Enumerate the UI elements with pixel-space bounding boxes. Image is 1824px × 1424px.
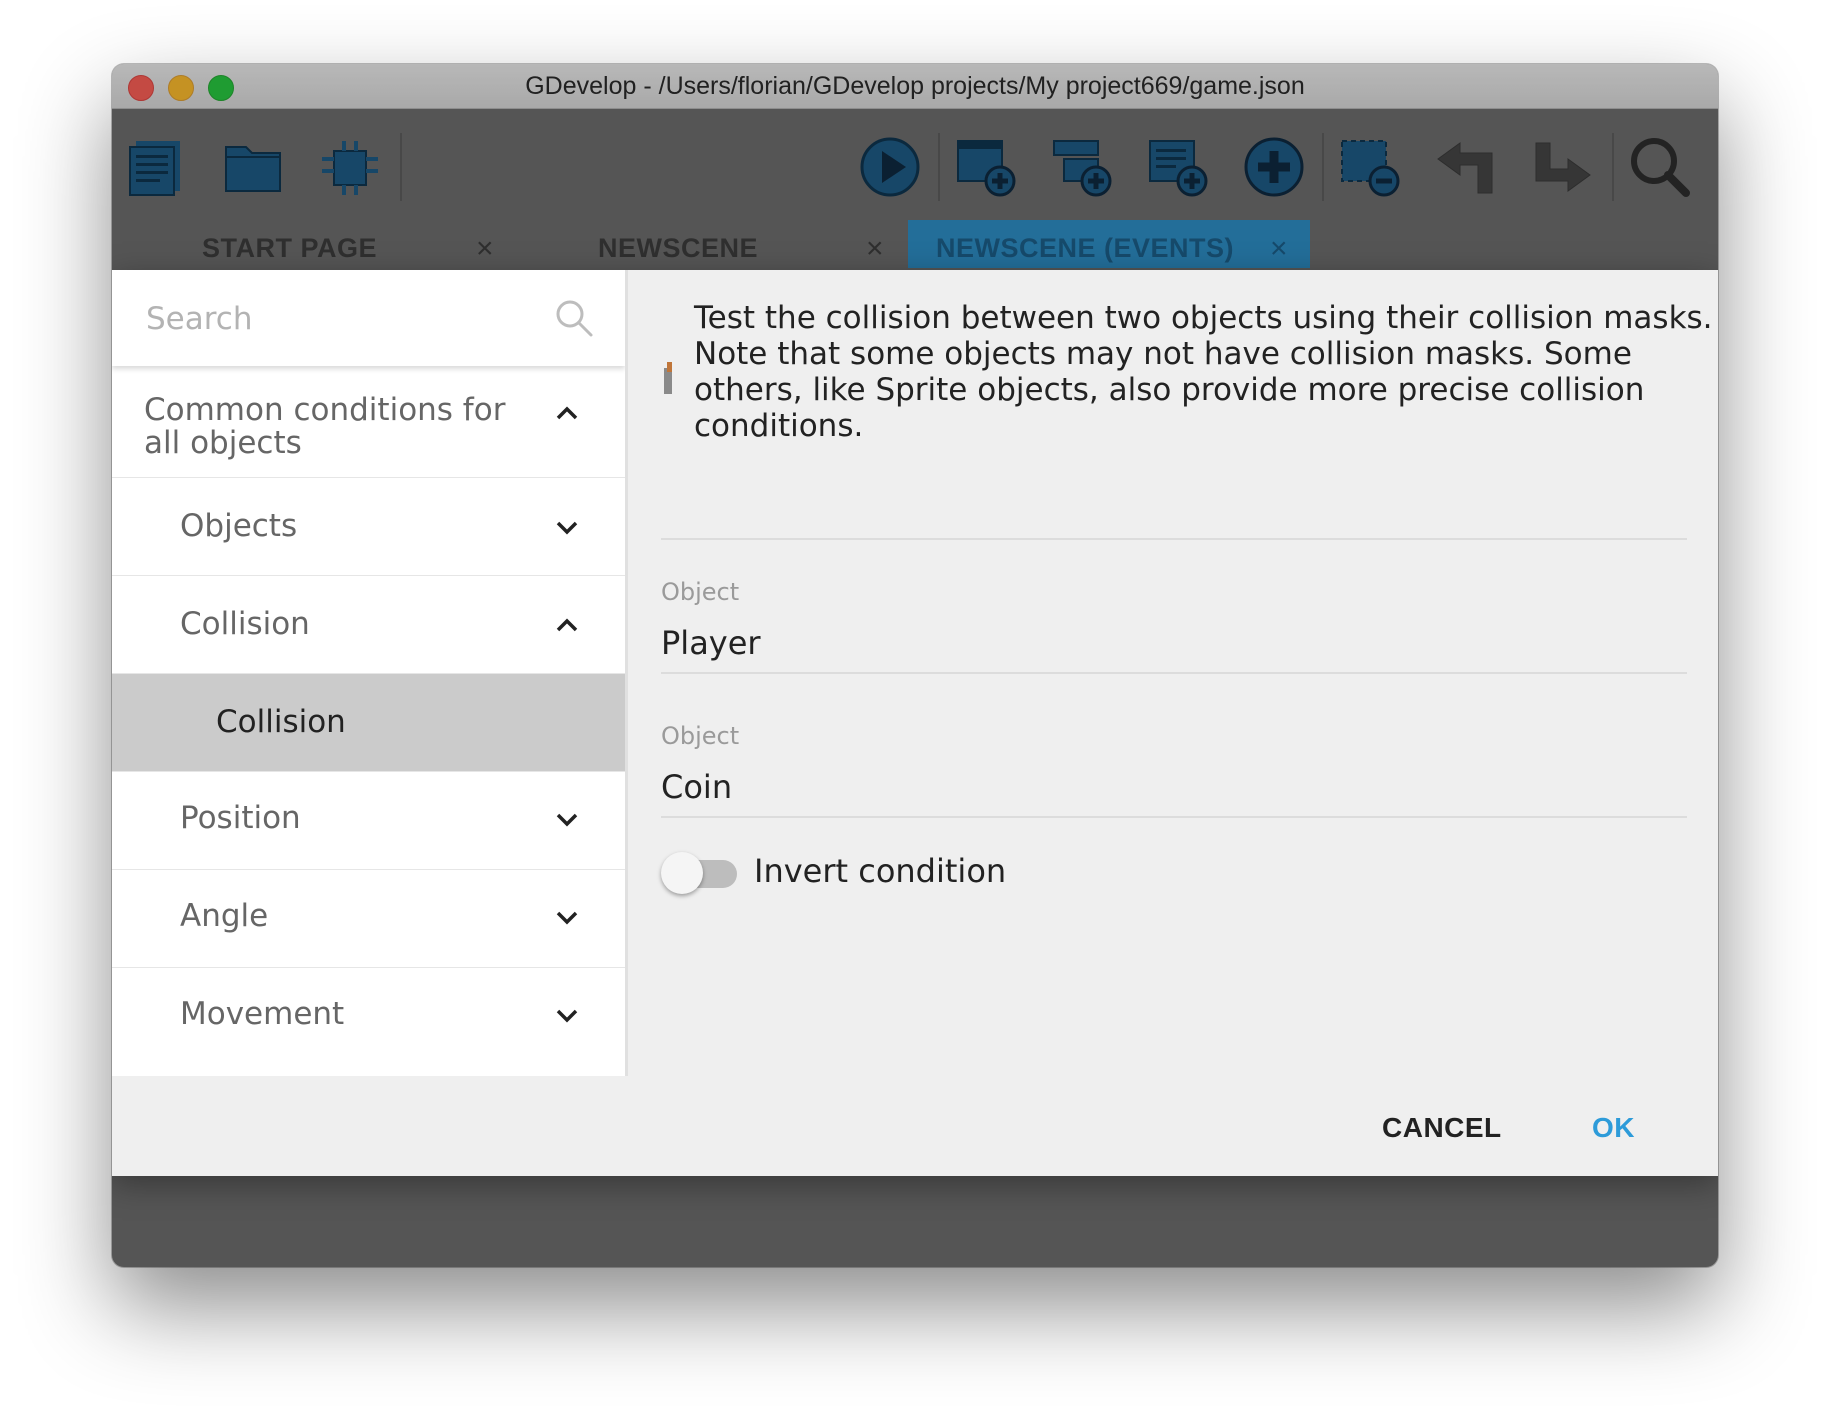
field-underline <box>661 816 1687 818</box>
chevron-up-icon <box>556 618 578 632</box>
condition-description: Test the collision between two objects u… <box>694 300 1713 444</box>
add-event-icon[interactable] <box>954 135 1018 199</box>
tab-newscene[interactable]: NEWSCENE × <box>514 220 904 268</box>
category-label: Movement <box>180 996 345 1032</box>
condition-parameters-panel: Test the collision between two objects u… <box>628 270 1718 1076</box>
category-objects[interactable]: Objects <box>112 478 625 576</box>
close-tab-icon[interactable]: × <box>1270 221 1288 277</box>
open-folder-icon[interactable] <box>222 135 286 199</box>
chevron-down-icon <box>556 521 578 535</box>
add-comment-icon[interactable] <box>1146 135 1210 199</box>
add-instruction-icon[interactable] <box>1242 135 1306 199</box>
app-window: GDevelop - /Users/florian/GDevelop proje… <box>112 64 1718 1267</box>
chevron-down-icon <box>556 1009 578 1023</box>
object-field-player[interactable]: Player <box>661 624 761 662</box>
category-label: Collision <box>180 606 310 642</box>
add-subevent-icon[interactable] <box>1050 135 1114 199</box>
tab-bar: START PAGE × NEWSCENE × NEWSCENE (EVENTS… <box>112 220 1718 268</box>
category-label: Common conditions for all objects <box>144 392 506 461</box>
tab-label: NEWSCENE (EVENTS) <box>936 233 1235 263</box>
field-underline <box>661 672 1687 674</box>
invert-condition-label: Invert condition <box>754 852 1007 890</box>
collision-condition-icon <box>664 362 672 394</box>
search-input[interactable] <box>144 290 548 348</box>
invert-condition-toggle[interactable] <box>661 850 739 894</box>
category-label: Position <box>180 800 301 836</box>
category-movement[interactable]: Movement <box>112 968 625 1076</box>
category-common-conditions[interactable]: Common conditions for all objects <box>112 366 625 478</box>
condition-list-panel: Common conditions for all objects Object… <box>112 270 628 1076</box>
close-tab-icon[interactable]: × <box>476 221 494 277</box>
condition-editor-dialog: Common conditions for all objects Object… <box>112 270 1718 1176</box>
dialog-actions: CANCEL OK <box>112 1076 1718 1176</box>
preview-play-icon[interactable] <box>858 135 922 199</box>
category-label: Angle <box>180 898 269 934</box>
chevron-down-icon <box>556 911 578 925</box>
window-title: GDevelop - /Users/florian/GDevelop proje… <box>525 72 1305 100</box>
chevron-down-icon <box>556 813 578 827</box>
ok-button[interactable]: OK <box>1582 1106 1645 1150</box>
field-label: Object <box>661 578 740 606</box>
category-label: Objects <box>180 508 298 544</box>
field-label: Object <box>661 722 740 750</box>
close-tab-icon[interactable]: × <box>866 221 884 277</box>
redo-icon[interactable] <box>1530 135 1594 199</box>
search-icon <box>556 300 593 337</box>
toolbar <box>112 109 1718 227</box>
chevron-up-icon <box>556 406 578 420</box>
tab-start-page[interactable]: START PAGE × <box>112 220 512 268</box>
condition-label: Collision <box>216 704 346 740</box>
toggle-thumb <box>661 852 703 894</box>
delete-selection-icon[interactable] <box>1338 135 1402 199</box>
search-bar <box>112 270 625 366</box>
undo-icon[interactable] <box>1434 135 1498 199</box>
cancel-button[interactable]: CANCEL <box>1372 1106 1512 1150</box>
search-icon[interactable] <box>1628 135 1692 199</box>
project-manager-icon[interactable] <box>126 135 190 199</box>
category-angle[interactable]: Angle <box>112 870 625 968</box>
title-bar: GDevelop - /Users/florian/GDevelop proje… <box>112 64 1718 109</box>
debugger-icon[interactable] <box>318 135 382 199</box>
tab-newscene-events[interactable]: NEWSCENE (EVENTS) × <box>908 220 1310 268</box>
object-field-coin[interactable]: Coin <box>661 768 732 806</box>
category-position[interactable]: Position <box>112 772 625 870</box>
category-collision[interactable]: Collision <box>112 576 625 674</box>
tab-label: START PAGE <box>202 233 378 263</box>
divider <box>661 538 1687 540</box>
tab-label: NEWSCENE <box>598 233 759 263</box>
condition-item-collision[interactable]: Collision <box>112 674 625 772</box>
